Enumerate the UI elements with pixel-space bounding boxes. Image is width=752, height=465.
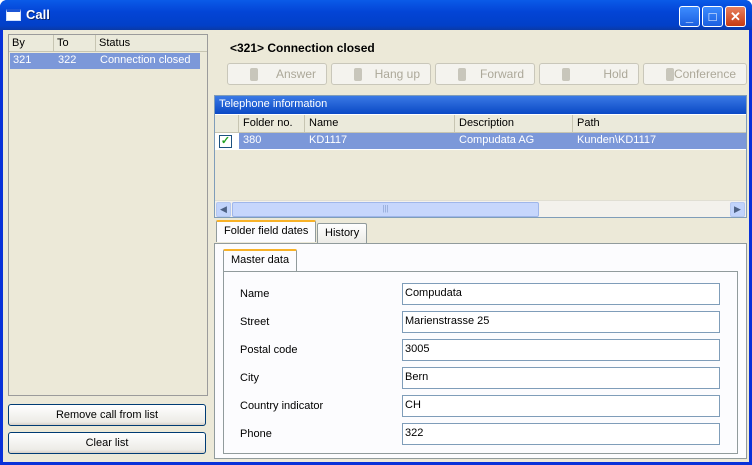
row-checkbox[interactable]: ✓ xyxy=(219,135,232,148)
field-row: Country indicator CH xyxy=(240,395,730,417)
scroll-thumb[interactable]: ||| xyxy=(232,202,539,217)
field-label: Name xyxy=(240,288,270,300)
call-to: 322 xyxy=(58,54,77,66)
detail-tabs: Folder field dates History Master data N… xyxy=(214,220,747,459)
scroll-left-icon[interactable]: ◀ xyxy=(216,202,231,217)
field-row: City Bern xyxy=(240,367,730,389)
column-name[interactable]: Name xyxy=(305,115,455,132)
window-icon xyxy=(6,9,21,21)
phone-field[interactable]: 322 xyxy=(402,423,720,445)
hold-button[interactable]: Hold xyxy=(539,63,639,85)
minimize-button[interactable]: _ xyxy=(679,6,700,27)
phone-icon xyxy=(666,68,674,81)
client-area: By To Status 321 322 Connection closed R… xyxy=(3,30,749,462)
maximize-button[interactable]: □ xyxy=(702,6,723,27)
conference-button[interactable]: Conference xyxy=(643,63,747,85)
field-label: City xyxy=(240,372,259,384)
hangup-button[interactable]: Hang up xyxy=(331,63,431,85)
row-path: Kunden\KD1117 xyxy=(573,133,746,149)
scroll-right-icon[interactable]: ▶ xyxy=(730,202,745,217)
phone-icon xyxy=(458,68,466,81)
remove-call-button[interactable]: Remove call from list xyxy=(8,404,206,426)
postal-code-field[interactable]: 3005 xyxy=(402,339,720,361)
row-name: KD1117 xyxy=(305,133,455,149)
answer-button[interactable]: Answer xyxy=(227,63,327,85)
phone-icon xyxy=(354,68,362,81)
field-label: Street xyxy=(240,316,270,328)
info-row[interactable]: ✓ 380 KD1117 Compudata AG Kunden\KD1117 xyxy=(215,133,746,149)
street-field[interactable]: Marienstrasse 25 xyxy=(402,311,720,333)
column-folder-no[interactable]: Folder no. xyxy=(239,115,305,132)
clear-list-button[interactable]: Clear list xyxy=(8,432,206,454)
close-button[interactable]: ✕ xyxy=(725,6,746,27)
forward-button[interactable]: Forward xyxy=(435,63,535,85)
calls-header: By To Status xyxy=(9,35,207,52)
row-folder-no: 380 xyxy=(239,133,305,149)
tab-folder-field-dates[interactable]: Folder field dates xyxy=(216,220,317,242)
city-field[interactable]: Bern xyxy=(402,367,720,389)
field-row: Street Marienstrasse 25 xyxy=(240,311,730,333)
field-row: Phone 322 xyxy=(240,423,730,445)
window-title: Call xyxy=(26,7,50,22)
grid-empty-area xyxy=(215,150,746,200)
field-label: Country indicator xyxy=(240,400,324,412)
field-row: Name Compudata xyxy=(240,283,730,305)
call-row[interactable]: 321 322 Connection closed xyxy=(10,53,200,69)
connection-status-title: <321> Connection closed xyxy=(230,41,375,55)
column-description[interactable]: Description xyxy=(455,115,573,132)
tab-content: Master data Name Compudata Street Marienst… xyxy=(214,243,747,459)
field-label: Postal code xyxy=(240,344,298,356)
column-by[interactable]: By xyxy=(9,35,54,51)
row-description: Compudata AG xyxy=(455,133,573,149)
country-indicator-field[interactable]: CH xyxy=(402,395,720,417)
master-data-form: Name Compudata Street Marienstrasse 25 Pos… xyxy=(223,271,738,454)
call-status: Connection closed xyxy=(100,54,191,66)
title-bar[interactable]: Call _ □ ✕ xyxy=(0,0,752,30)
call-window: Call _ □ ✕ By To Status 321 322 Connecti… xyxy=(0,0,752,465)
phone-icon xyxy=(562,68,570,81)
field-row: Postal code 3005 xyxy=(240,339,730,361)
column-to[interactable]: To xyxy=(54,35,96,51)
column-path[interactable]: Path xyxy=(573,115,746,132)
telephone-info-caption: Telephone information xyxy=(215,96,746,114)
call-by: 321 xyxy=(13,54,32,66)
tab-master-data[interactable]: Master data xyxy=(223,249,298,271)
horizontal-scrollbar[interactable]: ◀ ||| ▶ xyxy=(215,200,746,217)
calls-list[interactable]: By To Status 321 322 Connection closed xyxy=(8,34,208,396)
detail-panel: <321> Connection closed Answer Hang up F… xyxy=(214,34,747,459)
info-grid-header: Folder no. Name Description Path xyxy=(215,115,746,133)
tab-history[interactable]: History xyxy=(317,223,368,243)
calls-panel: By To Status 321 322 Connection closed R… xyxy=(8,34,208,459)
phone-icon xyxy=(250,68,258,81)
name-field[interactable]: Compudata xyxy=(402,283,720,305)
field-label: Phone xyxy=(240,428,272,440)
telephone-info-panel: Telephone information Folder no. Name De… xyxy=(214,95,747,218)
column-status[interactable]: Status xyxy=(96,35,206,51)
